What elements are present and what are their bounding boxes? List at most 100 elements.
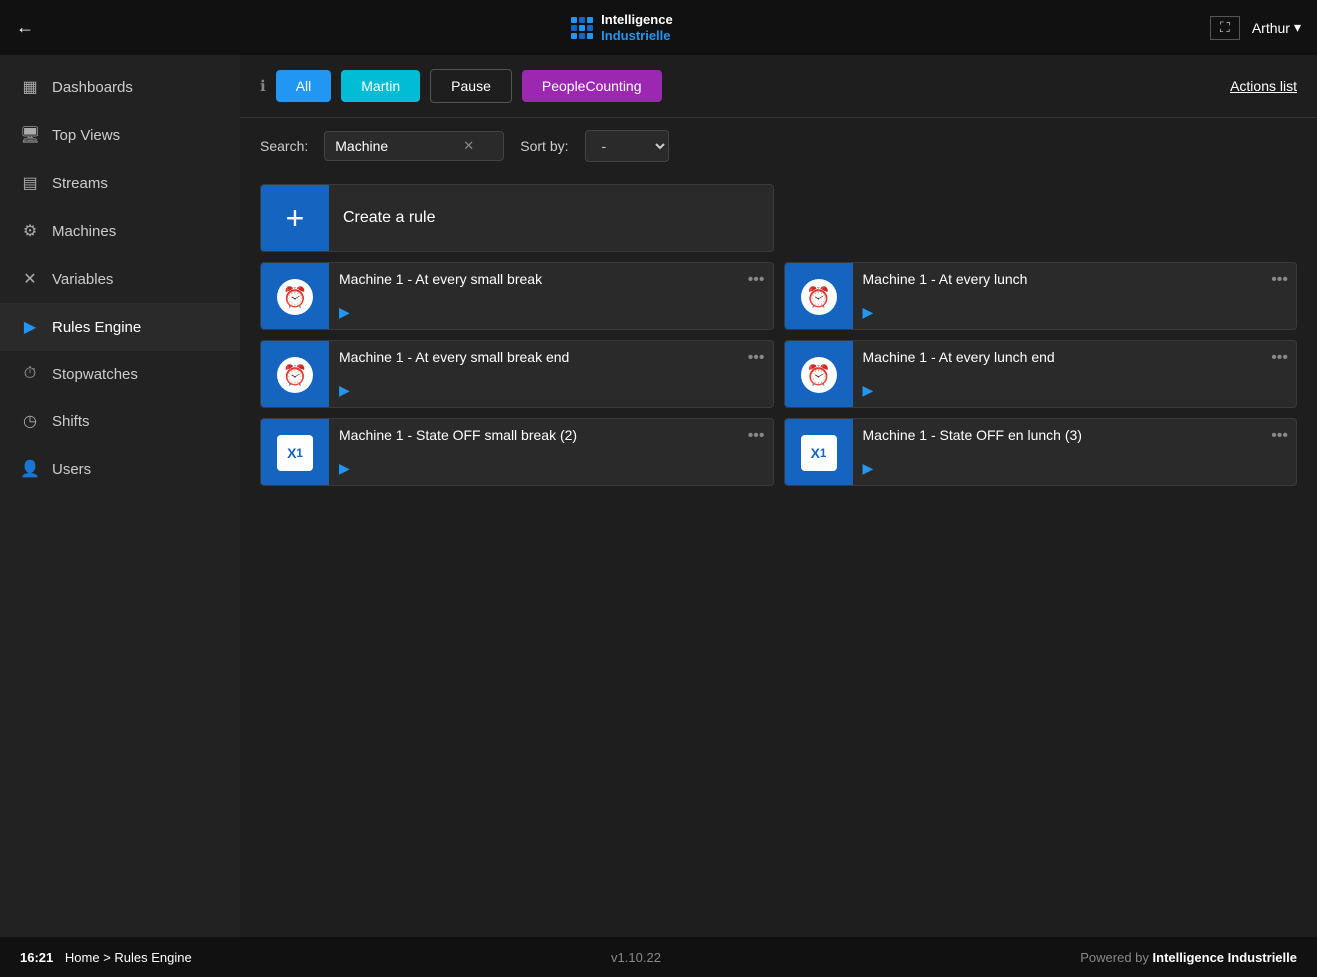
sidebar-label-rules-engine: Rules Engine: [52, 319, 141, 336]
rule-menu-3[interactable]: •••: [748, 349, 765, 367]
rule-menu-6[interactable]: •••: [1271, 427, 1288, 445]
info-button[interactable]: ℹ: [260, 77, 266, 95]
user-menu-button[interactable]: Arthur ▾: [1252, 19, 1301, 36]
rule-play-6[interactable]: ▶: [863, 460, 1287, 477]
sidebar-item-variables[interactable]: ✕ Variables: [0, 255, 240, 303]
clock-icon-4: ⏰: [801, 357, 837, 393]
rule-card-2[interactable]: ⏰ Machine 1 - At every lunch ▶ •••: [784, 262, 1298, 330]
filter-bar: ℹ All Martin Pause PeopleCounting Action…: [240, 55, 1317, 118]
filter-martin-button[interactable]: Martin: [341, 70, 420, 102]
rule-content-6: Machine 1 - State OFF en lunch (3) ▶: [853, 419, 1297, 485]
sidebar-label-streams: Streams: [52, 175, 108, 192]
filter-pause-button[interactable]: Pause: [430, 69, 512, 103]
rule-content-5: Machine 1 - State OFF small break (2) ▶: [329, 419, 773, 485]
clear-icon[interactable]: ✕: [463, 138, 474, 154]
sidebar-item-users[interactable]: 👤 Users: [0, 445, 240, 493]
rule-menu-5[interactable]: •••: [748, 427, 765, 445]
sidebar-item-dashboards[interactable]: ▦ Dashboards: [0, 63, 240, 111]
streams-icon: ▤: [20, 173, 40, 193]
rule-title-4: Machine 1 - At every lunch end: [863, 349, 1287, 365]
rule-menu-2[interactable]: •••: [1271, 271, 1288, 289]
sidebar: ▦ Dashboards 🖥 Top Views ▤ Streams ⚙ Mac…: [0, 55, 240, 937]
breadcrumb-home[interactable]: Home: [65, 950, 100, 965]
topbar: ← Intelligence Industrielle ⛶ Arthur ▾: [0, 0, 1317, 55]
rules-engine-icon: ▶: [20, 317, 40, 337]
rule-play-5[interactable]: ▶: [339, 460, 763, 477]
user-name: Arthur: [1252, 20, 1290, 36]
plus-icon: +: [286, 200, 305, 237]
sidebar-item-stopwatches[interactable]: ⏱ Stopwatches: [0, 351, 240, 397]
shifts-icon: ◷: [20, 411, 40, 431]
rule-play-2[interactable]: ▶: [863, 304, 1287, 321]
sidebar-label-dashboards: Dashboards: [52, 79, 133, 96]
rules-grid: + Create a rule ⏰ Machine 1 - At every s…: [240, 174, 1317, 937]
top-views-icon: 🖥: [20, 125, 40, 145]
breadcrumb-separator: >: [103, 950, 111, 965]
rule-title-1: Machine 1 - At every small break: [339, 271, 763, 287]
rule-icon-box-2: ⏰: [785, 263, 853, 330]
rule-icon-box-3: ⏰: [261, 341, 329, 408]
dashboards-icon: ▦: [20, 77, 40, 97]
rule-menu-4[interactable]: •••: [1271, 349, 1288, 367]
clock-icon-1: ⏰: [277, 279, 313, 315]
sidebar-item-top-views[interactable]: 🖥 Top Views: [0, 111, 240, 159]
bottom-bar: 16:21 Home > Rules Engine v1.10.22 Power…: [0, 937, 1317, 977]
actions-list-button[interactable]: Actions list: [1230, 78, 1297, 94]
topbar-right: ⛶ Arthur ▾: [1210, 16, 1301, 40]
variables-icon: ✕: [20, 269, 40, 289]
rule-card-3[interactable]: ⏰ Machine 1 - At every small break end ▶…: [260, 340, 774, 408]
dropdown-icon: ▾: [1294, 19, 1301, 36]
rule-icon-box-5: X1: [261, 419, 329, 486]
create-rule-label: Create a rule: [343, 209, 436, 227]
bottom-left: 16:21 Home > Rules Engine: [20, 950, 192, 965]
users-icon: 👤: [20, 459, 40, 479]
sidebar-label-top-views: Top Views: [52, 127, 120, 144]
search-bar: Search: ✕ Sort by: - Name Date: [240, 118, 1317, 174]
fullscreen-button[interactable]: ⛶: [1210, 16, 1240, 40]
rule-content-1: Machine 1 - At every small break ▶: [329, 263, 773, 329]
main-layout: ▦ Dashboards 🖥 Top Views ▤ Streams ⚙ Mac…: [0, 55, 1317, 937]
brand-logo: Intelligence Industrielle: [571, 12, 673, 43]
powered-by: Powered by Intelligence Industrielle: [1080, 950, 1297, 965]
sidebar-item-machines[interactable]: ⚙ Machines: [0, 207, 240, 255]
filter-people-button[interactable]: PeopleCounting: [522, 70, 662, 102]
search-input[interactable]: [335, 138, 455, 154]
sidebar-item-rules-engine[interactable]: ▶ Rules Engine: [0, 303, 240, 351]
sidebar-item-shifts[interactable]: ◷ Shifts: [0, 397, 240, 445]
sidebar-label-stopwatches: Stopwatches: [52, 366, 138, 383]
rule-card-5[interactable]: X1 Machine 1 - State OFF small break (2)…: [260, 418, 774, 486]
rule-icon-box-6: X1: [785, 419, 853, 486]
content-area: ℹ All Martin Pause PeopleCounting Action…: [240, 55, 1317, 937]
sort-select[interactable]: - Name Date: [585, 130, 669, 162]
search-label: Search:: [260, 138, 308, 154]
back-button[interactable]: ←: [16, 17, 34, 38]
rule-play-4[interactable]: ▶: [863, 382, 1287, 399]
rule-play-1[interactable]: ▶: [339, 304, 763, 321]
sidebar-label-machines: Machines: [52, 223, 116, 240]
rule-card-4[interactable]: ⏰ Machine 1 - At every lunch end ▶ •••: [784, 340, 1298, 408]
version-label: v1.10.22: [611, 950, 661, 965]
current-time: 16:21: [20, 950, 53, 965]
machines-icon: ⚙: [20, 221, 40, 241]
sidebar-label-shifts: Shifts: [52, 413, 90, 430]
variable-icon-5: X1: [277, 435, 313, 471]
create-rule-card[interactable]: + Create a rule: [260, 184, 774, 252]
rule-menu-1[interactable]: •••: [748, 271, 765, 289]
rule-card-6[interactable]: X1 Machine 1 - State OFF en lunch (3) ▶ …: [784, 418, 1298, 486]
rule-content-2: Machine 1 - At every lunch ▶: [853, 263, 1297, 329]
breadcrumb: Home > Rules Engine: [65, 950, 192, 965]
filter-all-button[interactable]: All: [276, 70, 332, 102]
sidebar-item-streams[interactable]: ▤ Streams: [0, 159, 240, 207]
rule-card-1[interactable]: ⏰ Machine 1 - At every small break ▶ •••: [260, 262, 774, 330]
sort-label: Sort by:: [520, 138, 568, 154]
sidebar-label-users: Users: [52, 461, 91, 478]
rule-icon-box-1: ⏰: [261, 263, 329, 330]
clock-icon-3: ⏰: [277, 357, 313, 393]
rule-title-5: Machine 1 - State OFF small break (2): [339, 427, 763, 443]
sidebar-label-variables: Variables: [52, 271, 113, 288]
create-icon-box: +: [261, 184, 329, 252]
search-input-wrap: ✕: [324, 131, 504, 161]
rule-play-3[interactable]: ▶: [339, 382, 763, 399]
rule-title-3: Machine 1 - At every small break end: [339, 349, 763, 365]
stopwatches-icon: ⏱: [20, 365, 40, 383]
